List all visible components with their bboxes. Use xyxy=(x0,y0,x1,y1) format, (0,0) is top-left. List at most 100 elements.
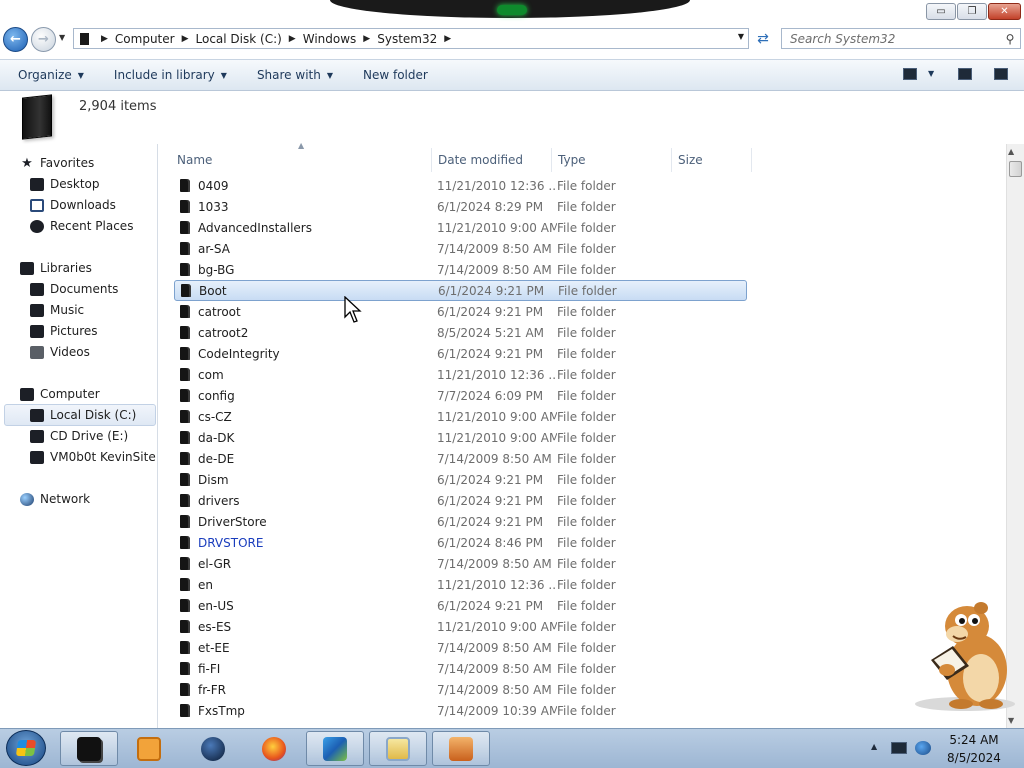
scroll-down-icon[interactable]: ▼ xyxy=(1008,716,1014,725)
taskbar-explorer-button[interactable] xyxy=(60,731,118,766)
file-name: et-EE xyxy=(198,640,230,655)
nav-item-network-drive[interactable]: VM0b0t KevinSite xyxy=(30,447,156,467)
table-row[interactable]: catroot 6/1/2024 9:21 PM File folder xyxy=(174,301,747,322)
table-row[interactable]: de-DE 7/14/2009 8:50 AM File folder xyxy=(174,448,747,469)
breadcrumb-chevron-icon[interactable]: ▶ xyxy=(97,34,112,44)
table-row[interactable]: fr-FR 7/14/2009 8:50 AM File folder xyxy=(174,679,747,700)
scroll-up-icon[interactable]: ▲ xyxy=(1008,147,1014,156)
nav-item-pictures[interactable]: Pictures xyxy=(30,321,98,341)
views-dropdown-icon[interactable]: ▼ xyxy=(928,69,934,78)
table-row[interactable]: drivers 6/1/2024 9:21 PM File folder xyxy=(174,490,747,511)
breadcrumb-computer[interactable]: Computer xyxy=(112,32,178,46)
table-row[interactable]: DRVSTORE 6/1/2024 8:46 PM File folder xyxy=(174,532,747,553)
search-box[interactable]: ⚲ xyxy=(781,28,1021,49)
volume-tray-icon[interactable] xyxy=(915,741,931,755)
change-view-icon[interactable] xyxy=(903,68,917,80)
refresh-button[interactable]: ⇄ xyxy=(752,29,774,48)
nav-libraries-label: Libraries xyxy=(40,261,92,275)
file-date-modified: 11/21/2010 9:00 AM xyxy=(437,430,557,445)
nav-computer[interactable]: Computer xyxy=(20,384,100,404)
table-row[interactable]: et-EE 7/14/2009 8:50 AM File folder xyxy=(174,637,747,658)
nav-item-cd-drive[interactable]: CD Drive (E:) xyxy=(30,426,128,446)
minimize-button[interactable]: ▭ xyxy=(926,3,956,20)
breadcrumb-chevron-icon[interactable]: ▶ xyxy=(440,34,455,44)
clock-time[interactable]: 5:24 AM xyxy=(934,733,1014,747)
nav-favorites[interactable]: ★ Favorites xyxy=(20,153,94,173)
maximize-button[interactable]: ❐ xyxy=(957,3,987,20)
table-row[interactable]: Boot 6/1/2024 9:21 PM File folder xyxy=(174,280,747,301)
table-row[interactable]: FxsTmp 7/14/2009 10:39 AM File folder xyxy=(174,700,747,721)
help-icon[interactable] xyxy=(994,68,1008,80)
table-row[interactable]: es-ES 11/21/2010 9:00 AM File folder xyxy=(174,616,747,637)
folder-icon xyxy=(180,641,190,654)
include-in-library-button[interactable]: Include in library ▼ xyxy=(104,60,237,90)
breadcrumb-chevron-icon[interactable]: ▶ xyxy=(178,34,193,44)
folder-icon xyxy=(180,431,190,444)
table-row[interactable]: com 11/21/2010 12:36 ... File folder xyxy=(174,364,747,385)
nav-item-music[interactable]: Music xyxy=(30,300,84,320)
show-hidden-icons-icon[interactable]: ▲ xyxy=(871,742,877,751)
new-folder-button[interactable]: New folder xyxy=(353,60,438,90)
table-row[interactable]: 1033 6/1/2024 8:29 PM File folder xyxy=(174,196,747,217)
table-row[interactable]: CodeIntegrity 6/1/2024 9:21 PM File folder xyxy=(174,343,747,364)
organize-button[interactable]: Organize ▼ xyxy=(8,60,94,90)
clock-date[interactable]: 8/5/2024 xyxy=(934,751,1014,765)
new-folder-label: New folder xyxy=(363,68,428,82)
forward-button[interactable]: → xyxy=(31,27,56,52)
nav-item-downloads[interactable]: Downloads xyxy=(30,195,116,215)
back-button[interactable]: ← xyxy=(3,27,28,52)
column-header-size[interactable]: Size xyxy=(672,148,752,172)
file-name: cs-CZ xyxy=(198,409,232,424)
nav-item-documents[interactable]: Documents xyxy=(30,279,118,299)
table-row[interactable]: fi-FI 7/14/2009 8:50 AM File folder xyxy=(174,658,747,679)
search-input[interactable] xyxy=(782,31,1000,46)
table-row[interactable]: DriverStore 6/1/2024 9:21 PM File folder xyxy=(174,511,747,532)
table-row[interactable]: Dism 6/1/2024 9:21 PM File folder xyxy=(174,469,747,490)
breadcrumb-system32[interactable]: System32 xyxy=(374,32,440,46)
breadcrumb-chevron-icon[interactable]: ▶ xyxy=(359,34,374,44)
table-row[interactable]: da-DK 11/21/2010 9:00 AM File folder xyxy=(174,427,747,448)
nav-libraries[interactable]: Libraries xyxy=(20,258,92,278)
scrollbar-thumb[interactable] xyxy=(1009,161,1022,177)
nav-item-local-disk[interactable]: Local Disk (C:) xyxy=(30,405,136,425)
taskbar-window-app-button[interactable] xyxy=(369,731,427,766)
taskbar-control-app-button[interactable] xyxy=(432,731,490,766)
table-row[interactable]: en-US 6/1/2024 9:21 PM File folder xyxy=(174,595,747,616)
address-dropdown-icon[interactable]: ▼ xyxy=(738,32,744,41)
network-tray-icon[interactable] xyxy=(891,742,907,754)
column-header-type[interactable]: Type xyxy=(552,148,672,172)
breadcrumb-windows[interactable]: Windows xyxy=(300,32,360,46)
table-row[interactable]: AdvancedInstallers 11/21/2010 9:00 AM File… xyxy=(174,217,747,238)
table-row[interactable]: catroot2 8/5/2024 5:21 AM File folder xyxy=(174,322,747,343)
nav-item-recent-places[interactable]: Recent Places xyxy=(30,216,133,236)
nav-item-label: Documents xyxy=(50,282,119,296)
taskbar-app-orb-button[interactable] xyxy=(184,731,242,766)
breadcrumb-chevron-icon[interactable]: ▶ xyxy=(285,34,300,44)
table-row[interactable]: 0409 11/21/2010 12:36 ... File folder xyxy=(174,175,747,196)
table-row[interactable]: en 11/21/2010 12:36 ... File folder xyxy=(174,574,747,595)
close-button[interactable]: ✕ xyxy=(988,3,1021,20)
recent-pages-dropdown[interactable]: ▼ xyxy=(59,33,65,42)
file-name: bg-BG xyxy=(198,262,235,277)
column-header-date[interactable]: Date modified xyxy=(432,148,552,172)
file-type: File folder xyxy=(557,472,616,487)
column-header-name[interactable]: Name xyxy=(171,148,432,172)
taskbar-media-player-button[interactable] xyxy=(120,731,178,766)
nav-network[interactable]: Network xyxy=(20,489,90,509)
preview-pane-icon[interactable] xyxy=(958,68,972,80)
folder-icon xyxy=(180,263,190,276)
table-row[interactable]: cs-CZ 11/21/2010 9:00 AM File folder xyxy=(174,406,747,427)
table-row[interactable]: el-GR 7/14/2009 8:50 AM File folder xyxy=(174,553,747,574)
table-row[interactable]: ar-SA 7/14/2009 8:50 AM File folder xyxy=(174,238,747,259)
table-row[interactable]: config 7/7/2024 6:09 PM File folder xyxy=(174,385,747,406)
share-with-button[interactable]: Share with ▼ xyxy=(247,60,343,90)
nav-item-videos[interactable]: Videos xyxy=(30,342,90,362)
breadcrumb-local-disk[interactable]: Local Disk (C:) xyxy=(193,32,285,46)
taskbar-network-app-button[interactable] xyxy=(306,731,364,766)
table-row[interactable]: bg-BG 7/14/2009 8:50 AM File folder xyxy=(174,259,747,280)
item-count: 2,904 items xyxy=(79,99,157,114)
nav-item-desktop[interactable]: Desktop xyxy=(30,174,100,194)
address-bar[interactable]: ▶ Computer ▶ Local Disk (C:) ▶ Windows ▶… xyxy=(73,28,749,49)
search-icon[interactable]: ⚲ xyxy=(1000,32,1020,46)
taskbar-firefox-button[interactable] xyxy=(245,731,303,766)
